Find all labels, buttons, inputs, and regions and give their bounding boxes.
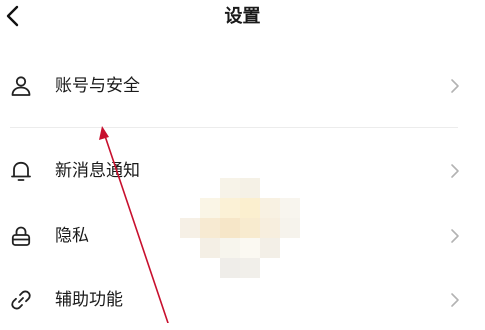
chevron-right-icon (451, 79, 459, 93)
header-bar: 设置 (0, 0, 485, 40)
chevron-right-icon (451, 164, 459, 178)
settings-item-label: 新消息通知 (55, 161, 140, 181)
settings-item-label: 隐私 (55, 226, 89, 246)
page-title: 设置 (224, 6, 261, 27)
settings-item-label: 辅助功能 (55, 290, 123, 310)
settings-item-account-security[interactable]: 账号与安全 (0, 56, 485, 116)
user-icon (11, 76, 31, 96)
chevron-right-icon (451, 229, 459, 243)
link-icon (11, 290, 31, 310)
chevron-right-icon (451, 293, 459, 307)
section-divider (10, 127, 458, 128)
settings-item-label: 账号与安全 (55, 76, 140, 96)
mosaic-blur-overlay (180, 178, 300, 282)
bell-icon (11, 161, 31, 181)
lock-icon (11, 226, 31, 246)
